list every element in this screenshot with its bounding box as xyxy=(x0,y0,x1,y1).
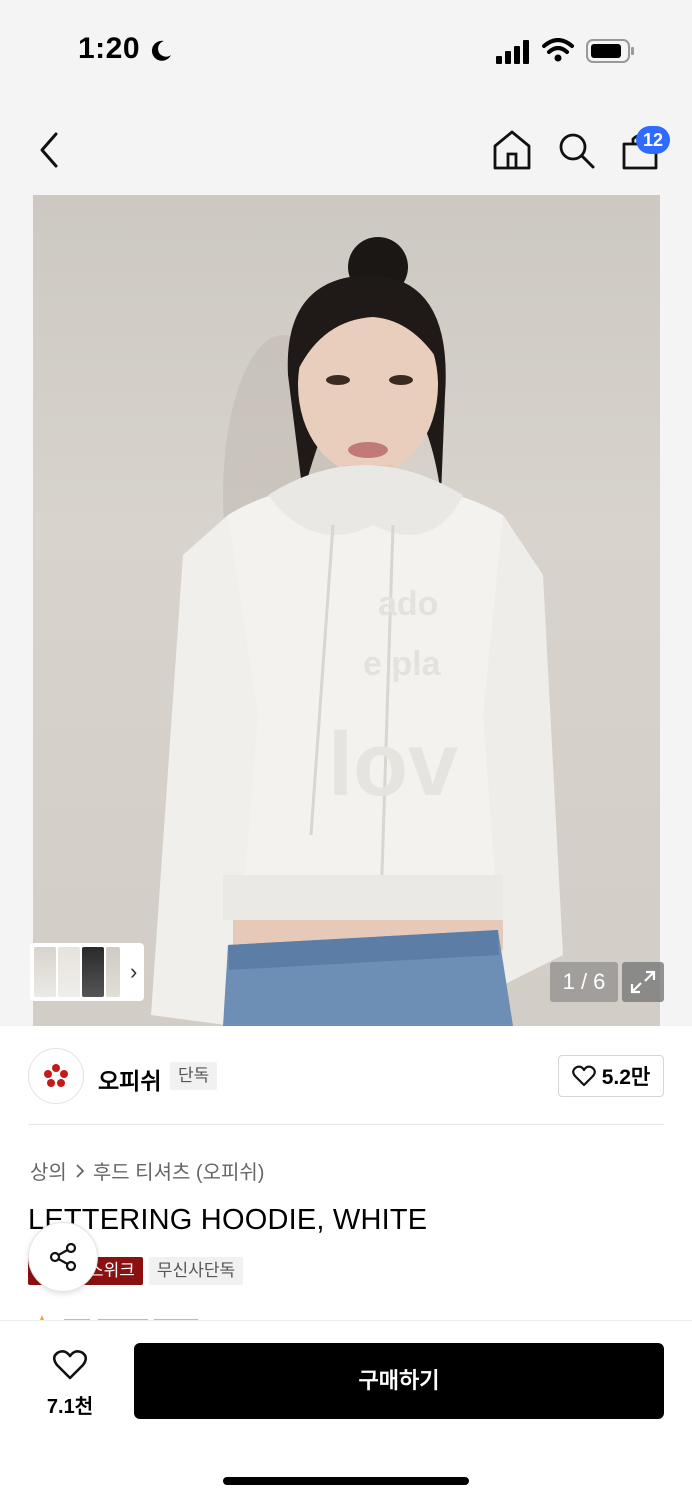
product-gallery[interactable]: ado e pla lov › 1 / 6 xyxy=(0,195,692,1026)
thumbnail-2[interactable] xyxy=(58,947,80,997)
product-photo[interactable]: ado e pla lov xyxy=(33,195,660,1026)
divider xyxy=(28,1124,664,1125)
top-nav xyxy=(0,100,692,195)
moon-icon xyxy=(151,40,171,61)
breadcrumb: 상의 후드 티셔츠 (오피쉬) xyxy=(30,1156,264,1185)
svg-text:lov: lov xyxy=(328,715,458,815)
brand-like-count: 5.2만 xyxy=(601,1066,651,1089)
thumbnail-3[interactable] xyxy=(82,947,104,997)
svg-text:ado: ado xyxy=(378,585,438,623)
flower-icon xyxy=(44,1064,68,1087)
heart-icon xyxy=(52,1350,88,1380)
thumbnail-4[interactable] xyxy=(106,947,120,997)
share-button[interactable] xyxy=(28,1222,98,1292)
search-icon[interactable] xyxy=(556,130,596,170)
status-bar: 1:20 xyxy=(0,0,692,100)
chevron-right-icon xyxy=(76,1163,85,1178)
buy-button[interactable]: 구매하기 xyxy=(134,1343,664,1419)
brand-row[interactable]: 오피쉬 단독 5.2만 xyxy=(0,1026,692,1126)
bottom-action-bar: 7.1천 구매하기 xyxy=(0,1320,692,1500)
brand-logo[interactable] xyxy=(28,1048,84,1104)
expand-icon[interactable] xyxy=(622,962,664,1002)
model-illustration: ado e pla lov xyxy=(151,237,563,1026)
home-icon[interactable] xyxy=(492,128,532,172)
brand-name[interactable]: 오피쉬 xyxy=(98,1062,161,1096)
breadcrumb-category[interactable]: 상의 xyxy=(30,1156,67,1185)
battery-icon xyxy=(586,39,634,63)
exclusive-badge: 단독 xyxy=(170,1062,218,1090)
home-indicator xyxy=(223,1477,469,1485)
wishlist-button[interactable]: 7.1천 xyxy=(40,1349,100,1419)
signal-icon xyxy=(496,40,529,64)
musinsa-exclusive-tag: 무신사단독 xyxy=(148,1257,244,1285)
brand-like-button[interactable]: 5.2만 xyxy=(558,1055,664,1097)
wifi-icon xyxy=(542,38,574,62)
heart-icon xyxy=(571,1065,596,1087)
cart-count-badge: 12 xyxy=(636,126,670,154)
thumbnail-1[interactable] xyxy=(34,947,56,997)
back-icon[interactable] xyxy=(32,130,66,170)
share-icon xyxy=(49,1242,77,1272)
chevron-right-icon[interactable]: › xyxy=(130,959,137,985)
gallery-page-indicator: 1 / 6 xyxy=(550,962,618,1002)
svg-text:e pla: e pla xyxy=(363,645,442,683)
wishlist-count: 7.1천 xyxy=(46,1396,94,1418)
thumbnail-strip[interactable]: › xyxy=(30,943,144,1001)
breadcrumb-subcategory[interactable]: 후드 티셔츠 (오피쉬) xyxy=(93,1156,265,1185)
status-time: 1:20 xyxy=(78,32,141,65)
